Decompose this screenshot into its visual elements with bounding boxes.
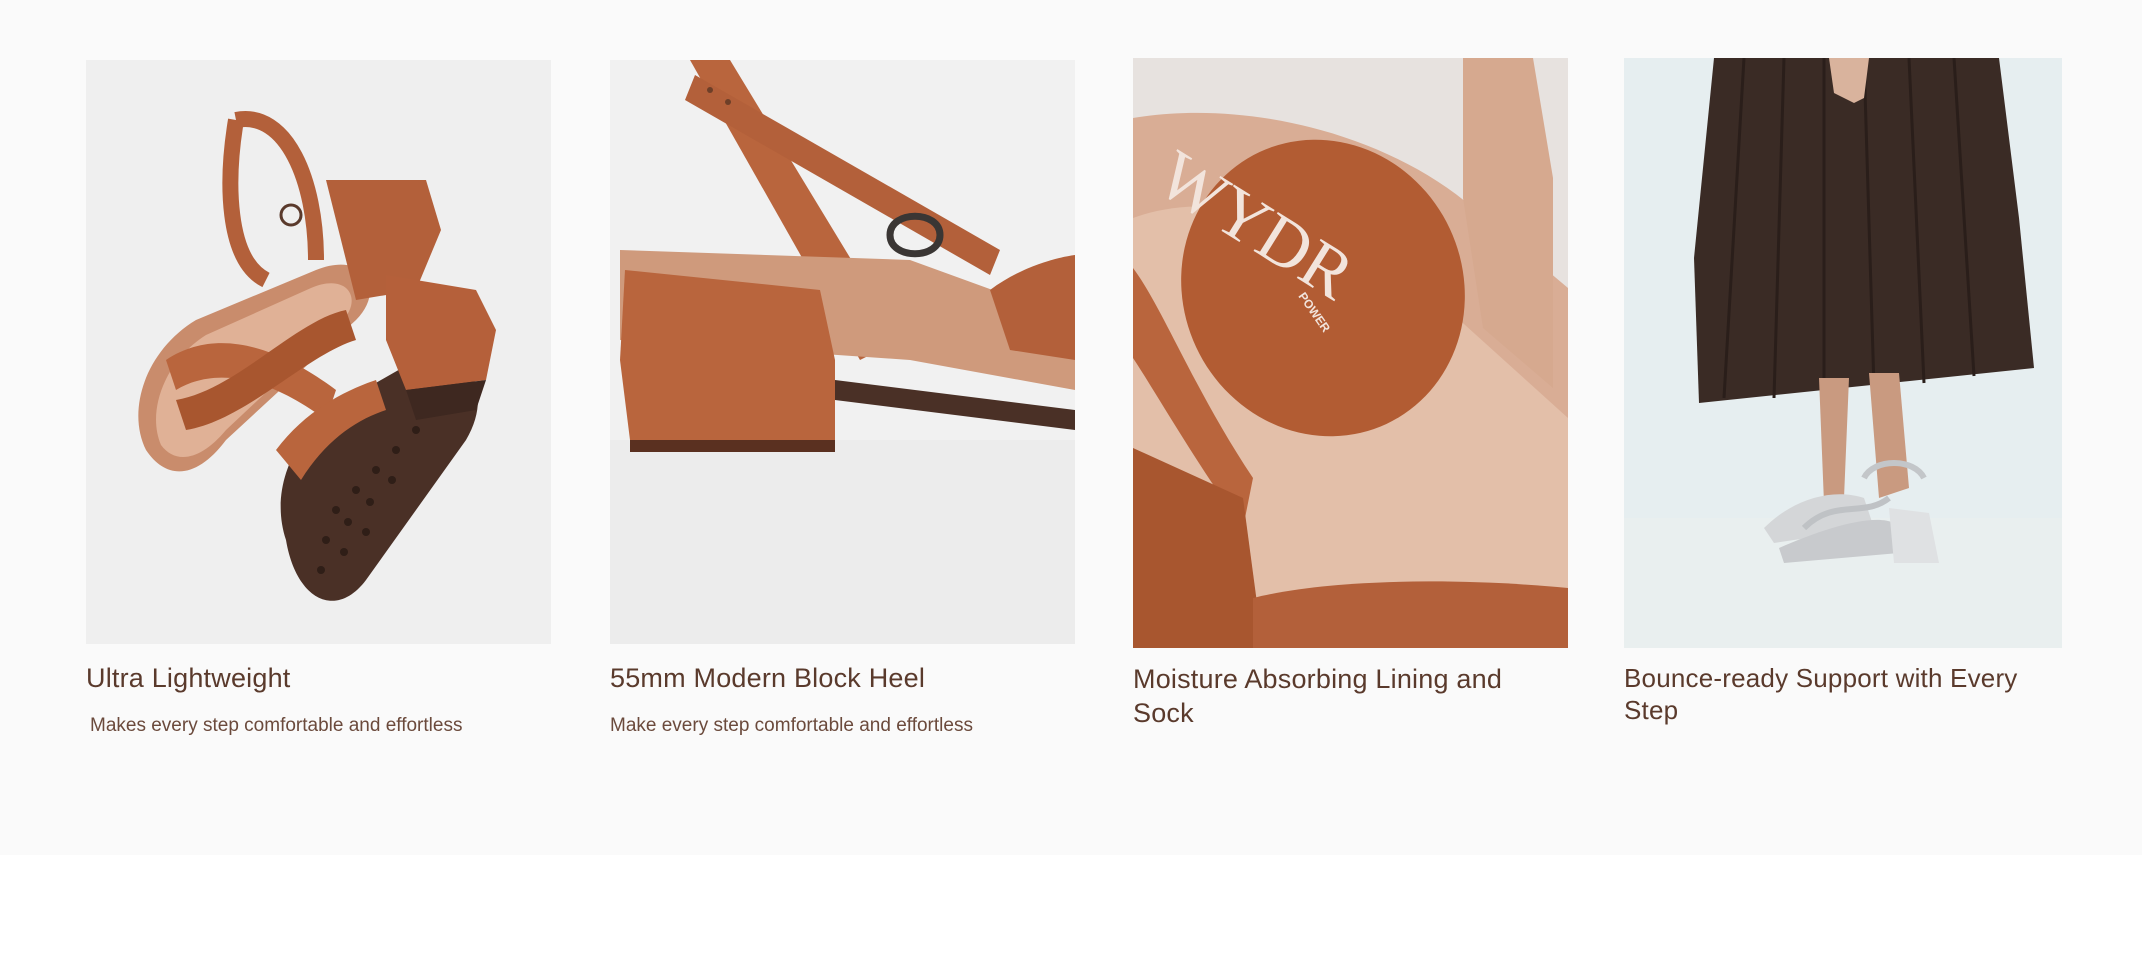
feature-card-lining: WYDR POWER Moisture Absorbing Lining and… xyxy=(1133,58,1568,730)
feature-card-lightweight: Ultra Lightweight Makes every step comfo… xyxy=(86,60,551,738)
section-footer-spacer xyxy=(0,855,2142,964)
feature-image-block-heel xyxy=(610,60,1075,644)
feature-title: Ultra Lightweight xyxy=(86,663,291,693)
feature-image-sandal-pair xyxy=(86,60,551,644)
feature-description: Make every step comfortable and effortle… xyxy=(610,715,973,736)
feature-card-block-heel: 55mm Modern Block Heel Make every step c… xyxy=(610,60,1075,738)
feature-title: Moisture Absorbing Lining and Sock xyxy=(1133,664,1503,728)
feature-title: 55mm Modern Block Heel xyxy=(610,663,926,693)
feature-card-support: Bounce-ready Support with Every Step xyxy=(1624,58,2062,726)
feature-description: Makes every step comfortable and effortl… xyxy=(90,715,463,736)
model-illustration xyxy=(1624,58,2062,648)
footbed-closeup-illustration: WYDR POWER xyxy=(1133,58,1568,648)
feature-image-model xyxy=(1624,58,2062,648)
feature-image-footbed-closeup: WYDR POWER xyxy=(1133,58,1568,648)
feature-section: Ultra Lightweight Makes every step comfo… xyxy=(0,0,2142,855)
sandal-pair-illustration xyxy=(86,60,551,644)
feature-title: Bounce-ready Support with Every Step xyxy=(1624,663,2018,725)
block-heel-illustration xyxy=(610,60,1075,644)
